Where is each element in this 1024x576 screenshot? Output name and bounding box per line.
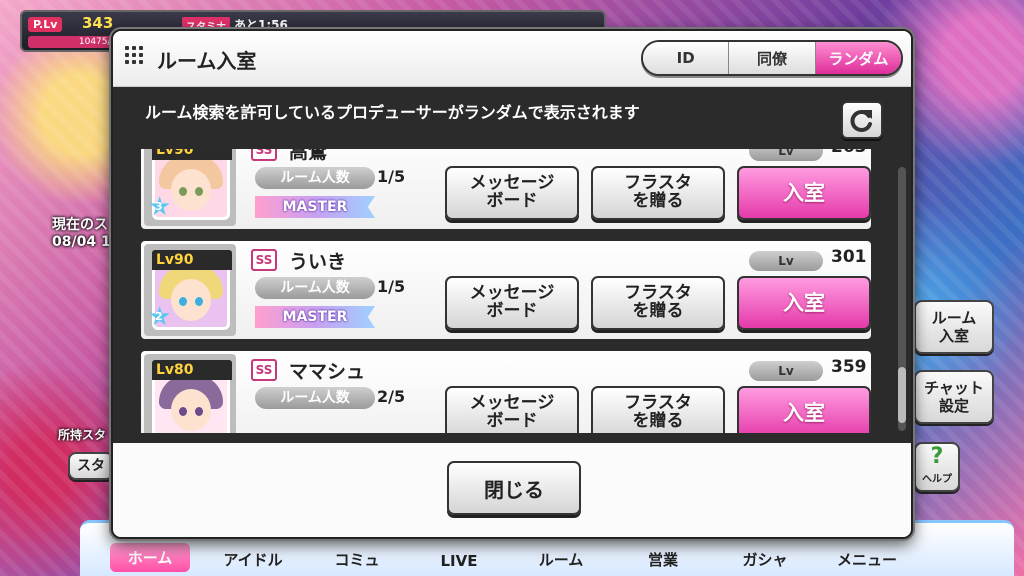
refresh-icon	[850, 110, 872, 132]
help-label: ヘルプ	[922, 474, 952, 485]
room-enter-side-button[interactable]: ルーム 入室	[914, 300, 994, 354]
room-count: 1/5	[377, 167, 406, 186]
grip-icon	[125, 46, 143, 64]
star-rank: 2	[155, 310, 163, 323]
producer-level: 301	[831, 247, 867, 267]
room-row: Lv80 SS ママシュ Lv 359 ルーム人数 2/5 メッセージ ボード フラスタ を贈る…	[141, 351, 871, 433]
message-board-label: メッセージ ボード	[469, 283, 555, 321]
refresh-button[interactable]	[841, 101, 883, 139]
producer-rank: MASTER	[255, 196, 375, 218]
nav-menu[interactable]: メニュー	[822, 549, 912, 570]
tab-colleague[interactable]: 同僚	[729, 42, 816, 74]
dialog-title: ルーム入室	[157, 49, 257, 73]
producer-name: 高鷲	[289, 149, 328, 163]
message-board-button[interactable]: メッセージ ボード	[445, 386, 579, 433]
idol-card: Lv90 ★ 2	[144, 244, 236, 336]
room-count-label: ルーム人数	[255, 277, 375, 299]
level-badge: Lv	[749, 149, 823, 161]
enter-room-button[interactable]: 入室	[737, 276, 871, 330]
close-button[interactable]: 閉じる	[447, 461, 581, 515]
level-badge: Lv	[749, 361, 823, 381]
room-enter-dialog: ルーム入室 ID 同僚 ランダム ルーム検索を許可しているプロデューサーがランダ…	[111, 29, 913, 539]
room-list[interactable]: Lv90★3SS高鷲Lv263ルーム人数1/5MASTERメッセージ ボードフラ…	[141, 149, 871, 433]
scrollbar[interactable]	[898, 167, 906, 431]
room-count-label: ルーム人数	[255, 387, 375, 409]
idol-card: Lv90 ★ 3	[144, 149, 236, 226]
dialog-footer: 閉じる	[113, 443, 911, 537]
rank-badge: SS	[251, 359, 277, 381]
dialog-header: ルーム入室 ID 同僚 ランダム	[113, 31, 911, 87]
star-button[interactable]: スタ	[68, 452, 114, 480]
idol-level: Lv80	[152, 360, 232, 380]
nav-gacha[interactable]: ガシャ	[720, 549, 810, 570]
room-count-label: ルーム人数	[255, 167, 375, 189]
give-frasta-label: フラスタ を贈る	[624, 393, 692, 431]
scrollbar-thumb[interactable]	[898, 367, 906, 423]
give-frasta-label: フラスタ を贈る	[624, 173, 692, 211]
level-badge: Lv	[749, 251, 823, 271]
star-rank: 3	[155, 200, 163, 213]
room-count: 2/5	[377, 387, 406, 406]
idol-level: Lv90	[152, 149, 232, 160]
nav-live[interactable]: LIVE	[414, 552, 504, 570]
room-row: Lv90 ★ 2 SS ういき Lv 301 ルーム人数 1/5 MASTER メッセージ ボード フ…	[141, 241, 871, 339]
enter-room-button[interactable]: 入室	[737, 166, 871, 220]
give-frasta-button[interactable]: フラスタ を贈る	[591, 386, 725, 433]
nav-room[interactable]: ルーム	[516, 549, 606, 570]
nav-commu[interactable]: コミュ	[312, 549, 402, 570]
message-board-label: メッセージ ボード	[469, 173, 555, 211]
producer-rank: MASTER	[255, 306, 375, 328]
dialog-body: ルーム検索を許可しているプロデューサーがランダムで表示されます Lv90 ★ 3 SS…	[113, 87, 911, 443]
room-row: Lv90★3 SS 高鷲 Lv 263 ルーム人数1/5MASTER メッセージ ボード フラ…	[141, 149, 871, 229]
give-frasta-label: フラスタ を贈る	[624, 283, 692, 321]
tab-random[interactable]: ランダム	[815, 42, 901, 74]
plv-label: P.Lv	[28, 17, 63, 32]
nav-eigyo[interactable]: 営業	[618, 549, 708, 570]
rank-badge: SS	[251, 249, 277, 271]
plv-value: 343	[82, 14, 114, 32]
message-board-label: メッセージ ボード	[469, 393, 555, 431]
chat-settings-button[interactable]: チャット 設定	[914, 370, 994, 424]
producer-name: ういき	[289, 251, 347, 273]
room-count: 1/5	[377, 277, 406, 296]
producer-name: ママシュ	[289, 361, 366, 383]
tab-group: ID 同僚 ランダム	[641, 40, 903, 76]
rank-badge: SS	[251, 149, 277, 161]
message-board-button[interactable]: メッセージ ボード	[445, 276, 579, 330]
nav-home[interactable]: ホーム	[110, 543, 190, 572]
nav-idol[interactable]: アイドル	[208, 549, 298, 570]
dialog-description: ルーム検索を許可しているプロデューサーがランダムで表示されます	[145, 103, 640, 122]
idol-level: Lv90	[152, 250, 232, 270]
enter-room-button[interactable]: 入室	[737, 386, 871, 433]
owned-text: 所持スタ	[58, 428, 107, 442]
producer-level: 263	[831, 149, 867, 157]
help-button[interactable]: ? ヘルプ	[914, 442, 960, 492]
message-board-button[interactable]: メッセージ ボード	[445, 166, 579, 220]
exp-bar: 10475/18	[28, 36, 124, 48]
give-frasta-button[interactable]: フラスタ を贈る	[591, 166, 725, 220]
producer-level: 359	[831, 357, 867, 377]
give-frasta-button[interactable]: フラスタ を贈る	[591, 276, 725, 330]
help-icon: ?	[930, 444, 944, 469]
idol-card: Lv80	[144, 354, 236, 433]
tab-id[interactable]: ID	[643, 42, 730, 74]
